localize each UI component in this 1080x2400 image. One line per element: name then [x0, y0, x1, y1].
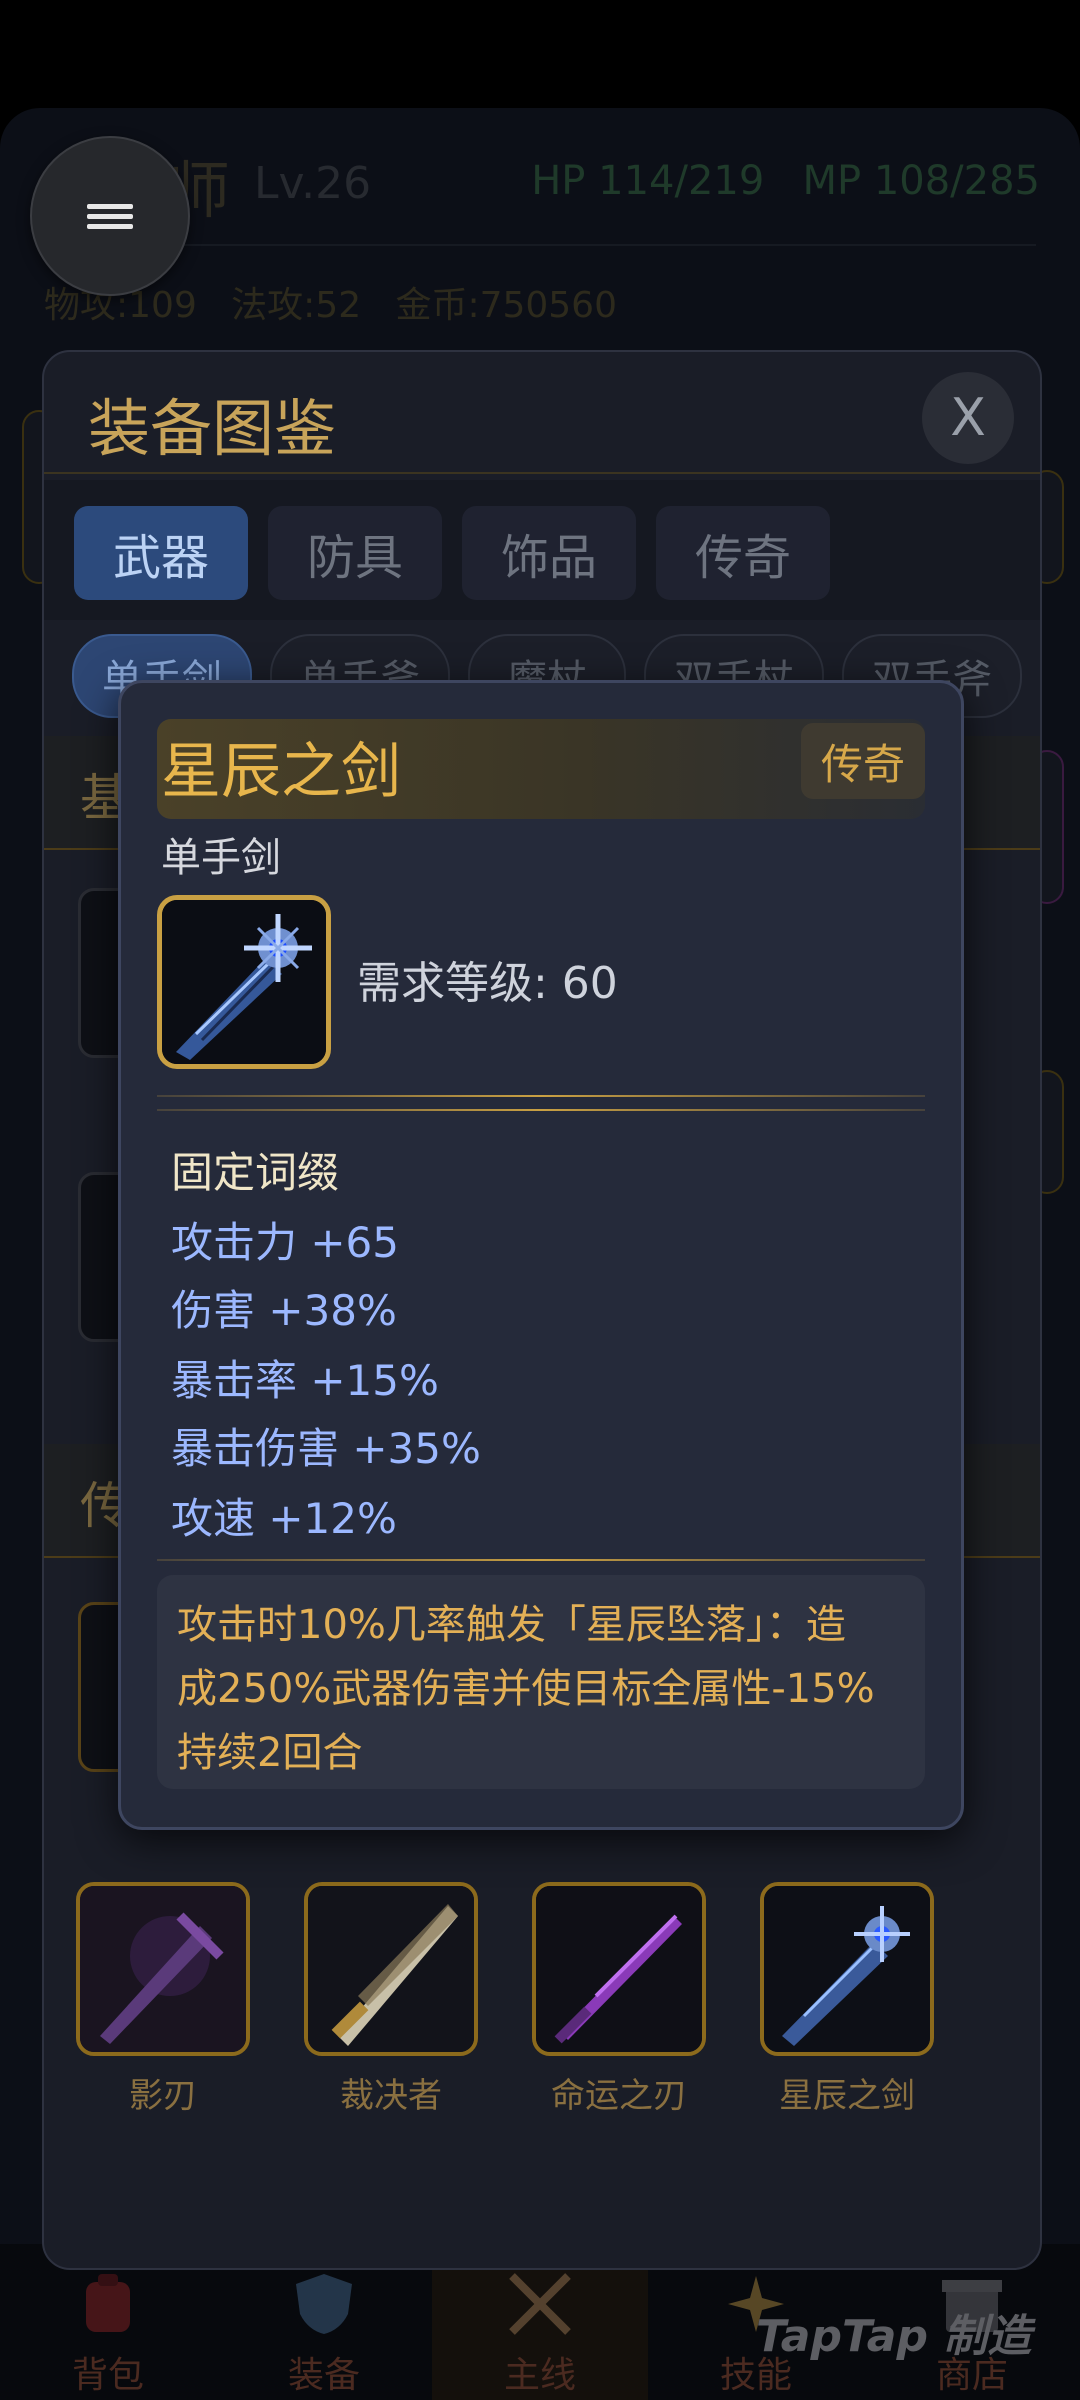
special-effect-text: 攻击时10%几率触发「星辰坠落」：造成250%武器伤害并使目标全属性-15%持续…: [177, 1602, 875, 1776]
crossed-swords-icon: [509, 2273, 571, 2335]
item-label: 星辰之剑: [779, 2076, 915, 2116]
level-requirement: 需求等级: 60: [357, 958, 618, 1009]
item-image: [157, 895, 331, 1069]
tab-armor[interactable]: 防具: [268, 506, 442, 600]
watermark: TapTap 制造: [756, 2311, 1032, 2362]
fixed-affix-title: 固定词缀: [171, 1148, 340, 1197]
stat-line: 攻速 +12%: [171, 1494, 397, 1543]
stat-line: 攻击力 +65: [171, 1218, 399, 1267]
item-label: 影刃: [129, 2076, 197, 2116]
backpack-icon: [86, 2274, 130, 2332]
item-name: 星辰之剑: [161, 737, 401, 807]
item-label: 命运之刃: [551, 2076, 687, 2116]
panel-divider: [44, 472, 1040, 474]
close-button[interactable]: X: [922, 372, 1014, 464]
shadow-blade-icon: [80, 1886, 246, 2052]
star-sword-icon: [162, 900, 326, 1064]
item-star-sword[interactable]: 星辰之剑: [760, 1882, 934, 2117]
item-label: 裁决者: [340, 2076, 442, 2116]
nav-label: 装备: [287, 2355, 360, 2396]
divider: [157, 1559, 925, 1561]
judgement-sword-icon: [308, 1886, 474, 2052]
character-level: Lv.26: [254, 158, 372, 209]
special-effect-box: 攻击时10%几率触发「星辰坠落」：造成250%武器伤害并使目标全属性-15%持续…: [157, 1575, 925, 1789]
stat-line: 伤害 +38%: [171, 1286, 397, 1335]
star-sword-icon: [764, 1886, 930, 2052]
tab-accessories[interactable]: 饰品: [462, 506, 636, 600]
hp-text: HP 114/219: [531, 158, 765, 204]
item-fate-blade[interactable]: 命运之刃: [532, 1882, 706, 2117]
fate-blade-icon: [536, 1886, 702, 2052]
tab-weapons[interactable]: 武器: [74, 506, 248, 600]
category-tabs: 武器 防具 饰品 传奇: [44, 480, 1040, 620]
stat-line: 暴击率 +15%: [171, 1356, 439, 1405]
divider: [157, 1095, 925, 1097]
stat-line: 暴击伤害 +35%: [171, 1424, 481, 1473]
hamburger-icon: [87, 199, 133, 234]
divider: [157, 1109, 925, 1111]
panel-title: 装备图鉴: [88, 392, 337, 465]
nav-label: 背包: [71, 2355, 144, 2396]
item-judgement[interactable]: 裁决者: [304, 1882, 478, 2117]
rarity-badge: 传奇: [801, 723, 925, 799]
shield-icon: [296, 2274, 352, 2334]
item-tooltip: 星辰之剑 传奇 单手剑 需求等级: 60 固定词缀 攻击力 +65 伤害 +38…: [118, 680, 964, 1830]
nav-label: 主线: [503, 2355, 576, 2396]
menu-button[interactable]: [30, 136, 190, 296]
header-divider: [44, 244, 1036, 246]
hp-mp-readout: HP 114/219 MP 108/285: [531, 158, 1040, 204]
tab-legendary[interactable]: 传奇: [656, 506, 830, 600]
mp-text: MP 108/285: [802, 158, 1040, 204]
item-shadow-blade[interactable]: 影刃: [76, 1882, 250, 2117]
item-type: 单手剑: [161, 835, 281, 881]
